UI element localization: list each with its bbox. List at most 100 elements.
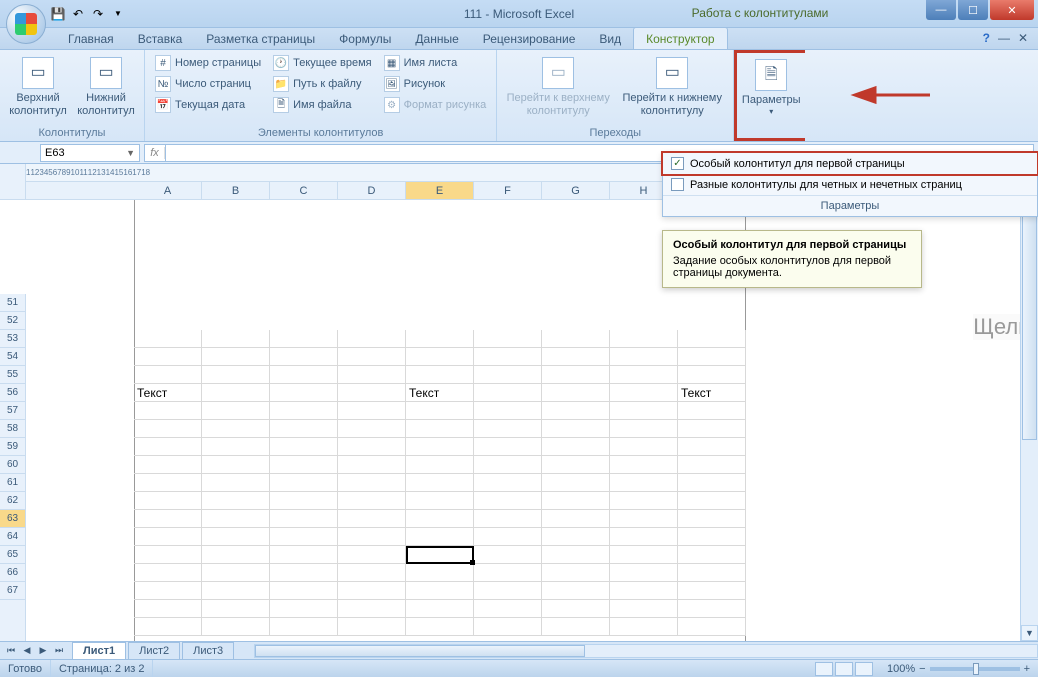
cell[interactable] (134, 420, 202, 437)
current-date-button[interactable]: 📅Текущая дата (151, 95, 265, 115)
cell[interactable] (338, 384, 406, 401)
redo-icon[interactable]: ↷ (90, 6, 106, 22)
cell[interactable] (542, 582, 610, 599)
zoom-in-button[interactable]: + (1024, 663, 1030, 675)
cell[interactable] (474, 402, 542, 419)
row-header-59[interactable]: 59 (0, 438, 25, 456)
col-header-G[interactable]: G (542, 182, 610, 199)
cell[interactable]: Текст (678, 384, 746, 401)
row-header-62[interactable]: 62 (0, 492, 25, 510)
office-button[interactable] (6, 4, 46, 44)
page-layout-view-button[interactable] (835, 662, 853, 676)
tab-formulas[interactable]: Формулы (327, 28, 403, 49)
sheet-tab-1[interactable]: Лист1 (72, 642, 126, 659)
cell[interactable] (678, 420, 746, 437)
cell[interactable] (610, 528, 678, 545)
cell[interactable] (134, 618, 202, 635)
cell[interactable] (610, 600, 678, 617)
cell[interactable] (678, 438, 746, 455)
cell[interactable] (270, 366, 338, 383)
cell[interactable] (610, 384, 678, 401)
cell[interactable] (270, 510, 338, 527)
tab-data[interactable]: Данные (403, 28, 470, 49)
cell[interactable] (542, 600, 610, 617)
cell[interactable] (474, 546, 542, 563)
cell[interactable] (270, 600, 338, 617)
app-close-icon[interactable]: ✕ (1018, 31, 1028, 45)
cell[interactable] (678, 456, 746, 473)
cell[interactable] (338, 600, 406, 617)
cell[interactable] (202, 546, 270, 563)
cell[interactable]: Текст (406, 384, 474, 401)
cell[interactable] (338, 546, 406, 563)
option-first-page[interactable]: ✓ Особый колонтитул для первой страницы (663, 153, 1037, 174)
header-button[interactable]: ▭ Верхний колонтитул (6, 53, 70, 125)
row-header-61[interactable]: 61 (0, 474, 25, 492)
cell[interactable] (202, 510, 270, 527)
cell[interactable] (134, 546, 202, 563)
cell[interactable] (406, 348, 474, 365)
cell[interactable] (338, 456, 406, 473)
grid-row[interactable] (134, 420, 746, 438)
row-header-60[interactable]: 60 (0, 456, 25, 474)
close-button[interactable]: ✕ (990, 0, 1034, 20)
cell[interactable] (270, 420, 338, 437)
cell[interactable] (678, 546, 746, 563)
cell[interactable] (270, 618, 338, 635)
cell[interactable] (134, 366, 202, 383)
page-number-button[interactable]: #Номер страницы (151, 53, 265, 73)
cell[interactable] (610, 546, 678, 563)
row-header-51[interactable]: 51 (0, 294, 25, 312)
cell[interactable] (202, 402, 270, 419)
grid-row[interactable] (134, 492, 746, 510)
col-header-F[interactable]: F (474, 182, 542, 199)
minimize-button[interactable]: — (926, 0, 956, 20)
scrollbar-thumb[interactable] (1022, 180, 1037, 440)
cell[interactable] (678, 348, 746, 365)
grid-row[interactable] (134, 456, 746, 474)
fx-icon[interactable]: fx (145, 147, 165, 159)
cell[interactable] (338, 564, 406, 581)
grid-row[interactable] (134, 366, 746, 384)
footer-button[interactable]: ▭ Нижний колонтитул (74, 53, 138, 125)
slider-thumb[interactable] (973, 663, 979, 675)
cell[interactable] (270, 330, 338, 347)
cell[interactable] (338, 528, 406, 545)
zoom-out-button[interactable]: − (919, 663, 925, 675)
cell[interactable] (678, 474, 746, 491)
cell[interactable] (678, 330, 746, 347)
col-header-A[interactable]: A (134, 182, 202, 199)
cell[interactable] (270, 492, 338, 509)
cell[interactable] (338, 402, 406, 419)
cell[interactable] (610, 348, 678, 365)
normal-view-button[interactable] (815, 662, 833, 676)
zoom-slider[interactable] (930, 667, 1020, 671)
cell[interactable] (542, 528, 610, 545)
cell[interactable] (406, 564, 474, 581)
options-button[interactable]: 🗎 Параметры ▾ (739, 55, 803, 120)
cell[interactable] (270, 384, 338, 401)
cell[interactable] (678, 366, 746, 383)
cell[interactable] (406, 510, 474, 527)
cell[interactable] (134, 348, 202, 365)
qat-dropdown-icon[interactable]: ▼ (110, 6, 126, 22)
grid-row[interactable] (134, 330, 746, 348)
cell[interactable] (610, 474, 678, 491)
cell[interactable] (406, 492, 474, 509)
cell[interactable] (270, 582, 338, 599)
tab-page-layout[interactable]: Разметка страницы (194, 28, 327, 49)
cell[interactable] (202, 456, 270, 473)
tab-nav-prev-icon[interactable]: ◀ (20, 645, 34, 656)
col-header-D[interactable]: D (338, 182, 406, 199)
cell[interactable] (338, 492, 406, 509)
cell[interactable] (202, 600, 270, 617)
cell[interactable] (134, 438, 202, 455)
option-odd-even[interactable]: Разные колонтитулы для четных и нечетных… (663, 174, 1037, 195)
cell[interactable] (474, 456, 542, 473)
cell[interactable] (406, 600, 474, 617)
tab-view[interactable]: Вид (587, 28, 633, 49)
cell[interactable] (678, 564, 746, 581)
cell[interactable] (542, 474, 610, 491)
cell[interactable] (202, 564, 270, 581)
tab-nav-next-icon[interactable]: ▶ (36, 645, 50, 656)
